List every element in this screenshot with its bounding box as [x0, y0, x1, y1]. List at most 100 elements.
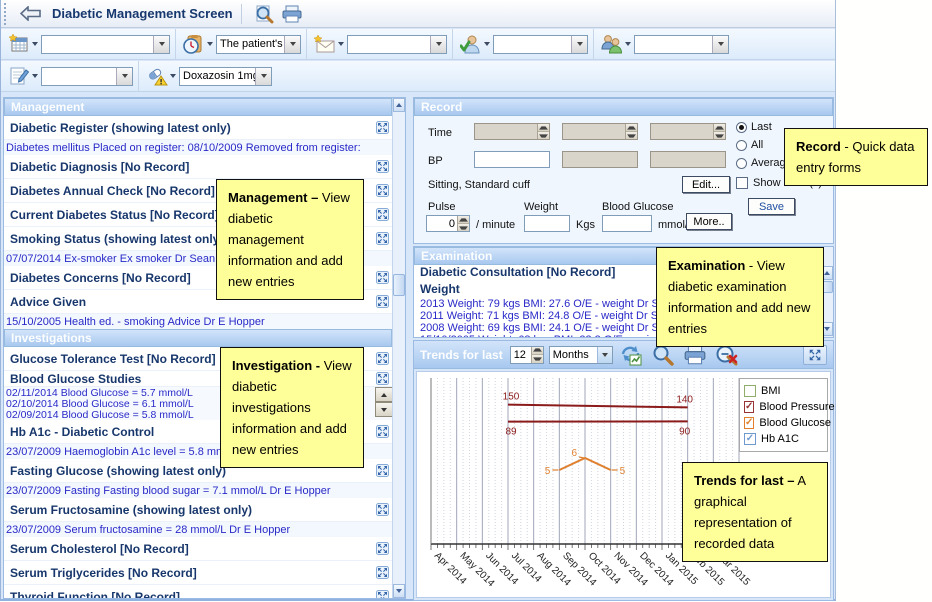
- medication-combo-value: Doxazosin 1mg ta...: [180, 68, 255, 85]
- patient-check-combo[interactable]: [493, 35, 588, 54]
- section-title-label: Serum Fructosamine (showing latest only): [10, 503, 376, 517]
- weight-field[interactable]: [524, 215, 570, 232]
- person-check-icon: [460, 34, 481, 54]
- blood-glucose-label: Blood Glucose: [602, 201, 674, 213]
- callout-management: Management – View diabetic management in…: [216, 179, 364, 300]
- print-button[interactable]: [278, 2, 306, 26]
- combo-dropdown-button[interactable]: [430, 36, 446, 53]
- combo-dropdown-button[interactable]: [712, 36, 728, 53]
- refresh-chart-button[interactable]: [618, 343, 645, 367]
- pulse-value: 0: [427, 216, 457, 231]
- expand-icon[interactable]: [376, 590, 389, 599]
- mail-split-caret[interactable]: [338, 42, 344, 46]
- scroll-down-button[interactable]: [375, 402, 393, 417]
- combo-dropdown-button[interactable]: [571, 36, 587, 53]
- expand-icon[interactable]: [376, 208, 389, 221]
- bp-field-1[interactable]: [474, 151, 550, 168]
- expand-icon[interactable]: [376, 425, 389, 438]
- scroll-down-button[interactable]: [393, 584, 405, 598]
- combo-dropdown-button[interactable]: [153, 36, 169, 53]
- mail-combo[interactable]: [347, 35, 447, 54]
- radio-all[interactable]: All: [736, 139, 763, 151]
- people-button[interactable]: [599, 32, 624, 56]
- show-forms-checkbox[interactable]: [736, 177, 748, 189]
- section-title-row: Diabetic Diagnosis [No Record]: [4, 155, 392, 179]
- medication-split-caret[interactable]: [170, 74, 176, 78]
- expand-icon[interactable]: [376, 271, 389, 284]
- combo-dropdown-button[interactable]: [284, 36, 300, 53]
- time-spinner-2[interactable]: [562, 123, 638, 140]
- refresh-chart-icon: [619, 344, 643, 366]
- clock-task-button[interactable]: [181, 32, 206, 56]
- appointments-group: [1, 29, 176, 59]
- appointment-combo[interactable]: [41, 35, 170, 54]
- patient-check-button[interactable]: [458, 32, 483, 56]
- scroll-up-button[interactable]: [393, 98, 405, 112]
- expand-icon[interactable]: [376, 295, 389, 308]
- expand-icon[interactable]: [376, 184, 389, 197]
- medication-button[interactable]: [144, 64, 169, 88]
- expand-icon[interactable]: [376, 232, 389, 245]
- legend-checkbox[interactable]: ✓: [744, 433, 756, 445]
- bp-field-3[interactable]: [650, 151, 726, 168]
- note-split-caret[interactable]: [32, 74, 38, 78]
- legend-checkbox[interactable]: ✓: [744, 401, 754, 413]
- calendar-button[interactable]: [6, 32, 31, 56]
- preview-button[interactable]: [250, 2, 278, 26]
- medication-combo[interactable]: Doxazosin 1mg ta...: [179, 67, 272, 86]
- expand-icon[interactable]: [376, 160, 389, 173]
- callout-title: Examination: [668, 258, 745, 273]
- referral-combo[interactable]: [634, 35, 729, 54]
- diabetic-management-screen: Diabetic Management Screen: [0, 0, 932, 602]
- edit-button[interactable]: Edit...: [682, 176, 730, 193]
- scroll-up-button[interactable]: [375, 387, 393, 402]
- callout-title: Trends for last –: [694, 473, 794, 488]
- note-combo[interactable]: [41, 67, 133, 86]
- calendar-icon: [9, 34, 29, 54]
- notes-group: [1, 61, 139, 91]
- section-title-row: Thyroid Function [No Record]: [4, 585, 392, 599]
- blood-glucose-field[interactable]: [602, 215, 652, 232]
- patient-check-caret[interactable]: [484, 42, 490, 46]
- section-title-label: Diabetic Diagnosis [No Record]: [10, 160, 376, 174]
- mail-button[interactable]: [312, 32, 337, 56]
- left-panel-scrollbar[interactable]: [392, 98, 405, 598]
- expand-trends-button[interactable]: [803, 345, 827, 365]
- pulse-spinner[interactable]: 0: [426, 215, 470, 232]
- legend-label: Blood Glucose: [759, 417, 831, 429]
- section-title-row: Diabetic Register (showing latest only): [4, 116, 392, 140]
- patient-summary-combo[interactable]: The patient's S...: [216, 35, 301, 54]
- time-spinner-3[interactable]: [650, 123, 726, 140]
- note-edit-button[interactable]: [6, 64, 31, 88]
- clock-icon: [183, 34, 204, 54]
- combo-dropdown-button[interactable]: [255, 68, 271, 85]
- expand-icon[interactable]: [376, 566, 389, 579]
- drag-grip[interactable]: [3, 3, 8, 25]
- time-spinner-1[interactable]: [474, 123, 550, 140]
- people-icon: [601, 34, 623, 54]
- bp-field-2[interactable]: [562, 151, 638, 168]
- expand-icon[interactable]: [376, 464, 389, 477]
- people-split-caret[interactable]: [625, 42, 631, 46]
- radio-last[interactable]: Last: [736, 121, 772, 133]
- record-detail-row: 23/07/2009 Fasting Fasting blood sugar =…: [4, 483, 392, 498]
- legend-checkbox[interactable]: ✓: [744, 417, 754, 429]
- legend-label: Blood Pressure: [759, 401, 834, 413]
- combo-dropdown-button[interactable]: [116, 68, 132, 85]
- trend-period-spinner[interactable]: 12: [510, 346, 544, 364]
- record-detail-row: 15/10/2005 Health ed. - smoking Advice D…: [4, 314, 392, 329]
- scroll-thumb[interactable]: [393, 274, 405, 296]
- expand-icon[interactable]: [376, 121, 389, 134]
- trend-unit-dropdown[interactable]: Months: [549, 346, 613, 364]
- expand-icon[interactable]: [376, 503, 389, 516]
- clock-split-caret[interactable]: [207, 42, 213, 46]
- expand-icon[interactable]: [376, 372, 389, 385]
- calendar-split-caret[interactable]: [32, 42, 38, 46]
- expand-icon[interactable]: [376, 352, 389, 365]
- expand-icon[interactable]: [376, 542, 389, 555]
- back-button[interactable]: [16, 3, 46, 25]
- save-button[interactable]: Save: [748, 198, 795, 215]
- legend-checkbox[interactable]: [744, 385, 756, 397]
- more-button[interactable]: More..: [686, 213, 732, 230]
- note-pencil-icon: [9, 66, 29, 86]
